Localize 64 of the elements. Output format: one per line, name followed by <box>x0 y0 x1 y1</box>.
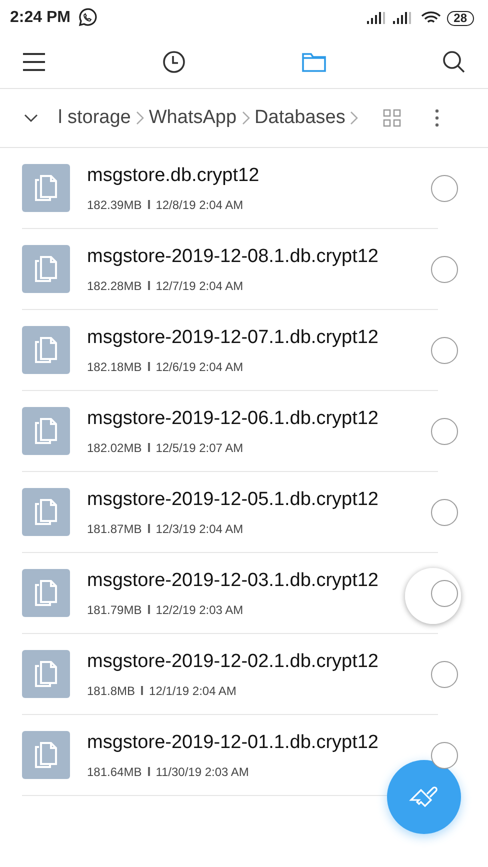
file-size: 182.28MB <box>87 278 142 292</box>
file-icon <box>22 731 70 779</box>
file-name: msgstore-2019-12-05.1.db.crypt12 <box>87 488 380 510</box>
select-checkbox[interactable] <box>431 336 458 364</box>
breadcrumb-item[interactable]: Databases <box>254 107 346 129</box>
breadcrumb-item[interactable]: l storage <box>58 107 131 129</box>
file-name: msgstore-2019-12-08.1.db.crypt12 <box>87 246 380 268</box>
select-checkbox[interactable] <box>431 418 458 444</box>
chevron-right-icon <box>242 110 250 126</box>
file-name: msgstore-2019-12-01.1.db.crypt12 <box>87 732 380 754</box>
clean-button[interactable] <box>387 760 461 834</box>
status-time: 2:24 PM <box>10 9 70 27</box>
chevron-right-icon <box>350 110 358 126</box>
signal-icon <box>392 12 413 24</box>
file-name: msgstore.db.crypt12 <box>87 164 260 186</box>
file-date: 12/1/19 2:04 AM <box>149 684 236 698</box>
signal-icon <box>366 12 387 24</box>
file-date: 12/5/19 2:07 AM <box>156 440 244 454</box>
separator-bar-icon <box>148 524 150 533</box>
file-date: 12/6/19 2:04 AM <box>156 360 244 374</box>
battery-icon: 28 <box>446 10 474 26</box>
separator-bar-icon <box>148 605 150 614</box>
grid-view-icon[interactable] <box>383 109 402 127</box>
more-icon[interactable] <box>435 109 440 127</box>
separator-bar-icon <box>148 767 150 776</box>
separator-bar-icon <box>148 362 150 371</box>
clock-icon[interactable] <box>160 48 188 76</box>
file-size: 182.18MB <box>87 360 142 374</box>
file-icon <box>22 488 70 536</box>
file-icon <box>22 245 70 293</box>
select-checkbox[interactable] <box>431 742 458 768</box>
file-size: 181.79MB <box>87 602 142 616</box>
file-size: 182.39MB <box>87 198 142 212</box>
file-size: 181.64MB <box>87 764 142 778</box>
file-name: msgstore-2019-12-03.1.db.crypt12 <box>87 570 380 592</box>
file-date: 12/3/19 2:04 AM <box>156 522 244 536</box>
file-icon <box>22 650 70 698</box>
separator-bar-icon <box>148 443 150 452</box>
chevron-down-icon[interactable] <box>24 113 38 123</box>
breadcrumb-item[interactable]: WhatsApp <box>148 107 237 129</box>
file-size: 182.02MB <box>87 440 142 454</box>
select-checkbox[interactable] <box>431 498 458 526</box>
chat-app-icon <box>77 8 98 28</box>
file-date: 12/8/19 2:04 AM <box>156 198 244 212</box>
chevron-right-icon <box>136 110 144 126</box>
file-icon <box>22 164 70 212</box>
file-date: 12/7/19 2:04 AM <box>156 278 244 292</box>
file-size: 181.87MB <box>87 522 142 536</box>
wifi-icon <box>420 11 441 25</box>
file-size: 181.8MB <box>87 684 136 698</box>
file-icon <box>22 569 70 617</box>
select-checkbox[interactable] <box>431 174 458 202</box>
select-checkbox[interactable] <box>431 256 458 282</box>
separator-bar-icon <box>148 281 150 290</box>
file-name: msgstore-2019-12-02.1.db.crypt12 <box>87 650 380 672</box>
file-date: 12/2/19 2:03 AM <box>156 602 244 616</box>
file-date: 11/30/19 2:03 AM <box>156 764 249 778</box>
file-icon <box>22 407 70 455</box>
separator-bar-icon <box>141 686 144 695</box>
file-name: msgstore-2019-12-06.1.db.crypt12 <box>87 408 380 430</box>
file-name: msgstore-2019-12-07.1.db.crypt12 <box>87 326 380 348</box>
separator-bar-icon <box>148 200 150 209</box>
select-checkbox[interactable] <box>431 660 458 688</box>
file-icon <box>22 326 70 374</box>
